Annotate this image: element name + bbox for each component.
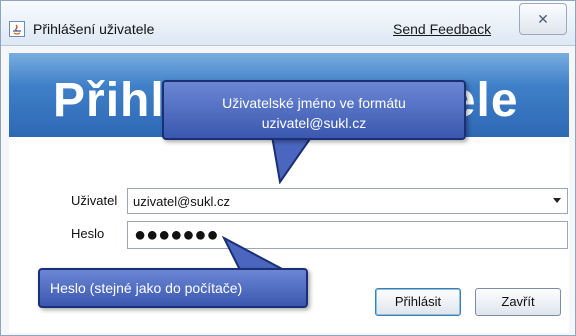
user-tooltip-line1: Uživatelské jméno ve formátu [222, 95, 406, 111]
user-tooltip-tail [270, 136, 314, 184]
window-title: Přihlášení uživatele [33, 21, 155, 37]
close-icon: ✕ [537, 11, 549, 27]
login-button[interactable]: Přihlásit [375, 288, 461, 316]
java-app-icon [9, 21, 25, 37]
user-tooltip-line2: uzivatel@sukl.cz [261, 115, 367, 131]
user-label: Uživatel [71, 193, 118, 208]
user-combobox[interactable]: uzivatel@sukl.cz [127, 188, 568, 214]
password-label: Heslo [71, 226, 105, 241]
title-bar: Přihlášení uživatele Send Feedback ✕ [1, 1, 575, 46]
password-tooltip-tail [221, 236, 285, 271]
user-value: uzivatel@sukl.cz [133, 194, 231, 209]
send-feedback-link[interactable]: Send Feedback [393, 21, 491, 37]
password-tooltip: Heslo (stejné jako do počítače) [38, 268, 308, 308]
user-tooltip: Uživatelské jméno ve formátu uzivatel@su… [162, 80, 466, 140]
chevron-down-icon[interactable] [553, 198, 561, 203]
close-window-button[interactable]: ✕ [519, 3, 567, 35]
close-button[interactable]: Zavřít [475, 288, 561, 316]
